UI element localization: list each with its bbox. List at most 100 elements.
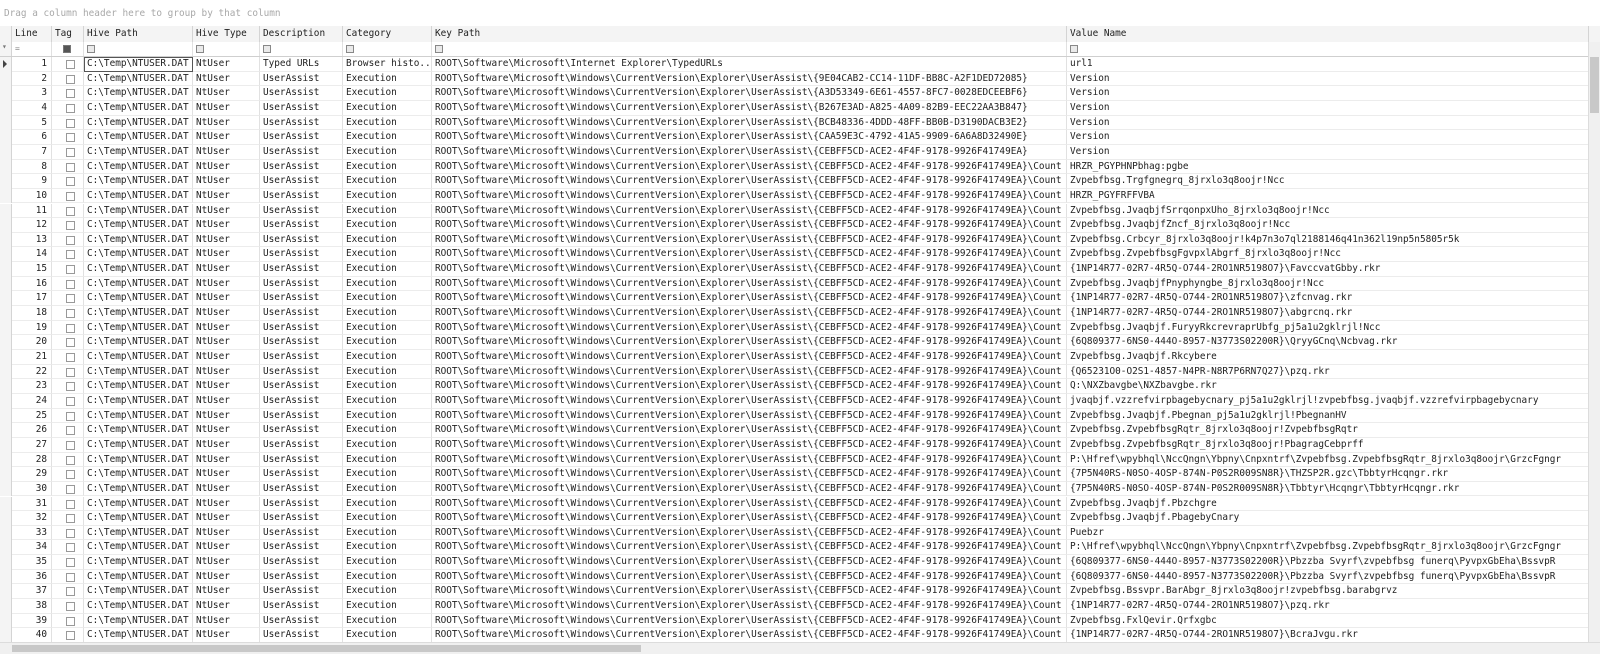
tag-checkbox[interactable] (66, 265, 75, 275)
row-indicator[interactable] (0, 57, 12, 72)
row-indicator[interactable] (0, 423, 12, 438)
row-indicator[interactable] (0, 364, 12, 380)
tag-checkbox[interactable] (66, 528, 75, 538)
tag-checkbox[interactable] (66, 89, 75, 99)
row-indicator[interactable] (0, 555, 12, 570)
table-row[interactable]: 5 C:\Temp\NTUSER.DAT NtUser UserAssist Execu… (0, 115, 1600, 131)
tag-checkbox[interactable] (66, 514, 75, 524)
table-row[interactable]: 20 C:\Temp\NTUSER.DAT NtUser UserAssist Exec… (0, 335, 1600, 350)
row-indicator[interactable] (0, 262, 12, 277)
filter-category[interactable] (343, 42, 432, 56)
row-indicator[interactable] (0, 525, 12, 541)
row-indicator[interactable] (0, 144, 12, 160)
tag-checkbox[interactable] (66, 250, 75, 260)
table-row[interactable]: 9 C:\Temp\NTUSER.DAT NtUser UserAssist Execu… (0, 174, 1600, 189)
table-row[interactable]: 11 C:\Temp\NTUSER.DAT NtUser UserAssist Exec… (0, 203, 1600, 219)
column-header-tag[interactable]: Tag (52, 26, 84, 42)
table-row[interactable]: 10 C:\Temp\NTUSER.DAT NtUser UserAssist Exec… (0, 188, 1600, 204)
row-indicator[interactable] (0, 335, 12, 350)
row-indicator[interactable] (0, 350, 12, 365)
tag-checkbox[interactable] (66, 499, 75, 509)
tag-checkbox[interactable] (66, 484, 75, 494)
row-indicator[interactable] (0, 452, 12, 468)
row-indicator[interactable] (0, 393, 12, 409)
filter-hive-type[interactable] (193, 42, 260, 56)
tag-checkbox[interactable] (66, 440, 75, 450)
table-row[interactable]: 7 C:\Temp\NTUSER.DAT NtUser UserAssist Execu… (0, 144, 1600, 160)
tag-checkbox[interactable] (66, 191, 75, 201)
table-row[interactable]: 38 C:\Temp\NTUSER.DAT NtUser UserAssist Exec… (0, 599, 1600, 614)
table-row[interactable]: 4 C:\Temp\NTUSER.DAT NtUser UserAssist Execu… (0, 100, 1600, 116)
filter-value-name[interactable] (1067, 42, 1589, 56)
tag-checkbox[interactable] (66, 382, 75, 392)
table-row[interactable]: 26 C:\Temp\NTUSER.DAT NtUser UserAssist Exec… (0, 423, 1600, 438)
tag-checkbox[interactable] (66, 177, 75, 187)
column-header-category[interactable]: Category (343, 26, 432, 42)
table-row[interactable]: 32 C:\Temp\NTUSER.DAT NtUser UserAssist Exec… (0, 511, 1600, 526)
table-row[interactable]: 29 C:\Temp\NTUSER.DAT NtUser UserAssist Exec… (0, 467, 1600, 482)
table-row[interactable]: 1 C:\Temp\NTUSER.DAT NtUser Typed URLs Brows… (0, 57, 1600, 72)
table-row[interactable]: 18 C:\Temp\NTUSER.DAT NtUser UserAssist Exec… (0, 306, 1600, 321)
table-row[interactable]: 34 C:\Temp\NTUSER.DAT NtUser UserAssist Exec… (0, 540, 1600, 556)
table-row[interactable]: 19 C:\Temp\NTUSER.DAT NtUser UserAssist Exec… (0, 320, 1600, 336)
table-row[interactable]: 28 C:\Temp\NTUSER.DAT NtUser UserAssist Exec… (0, 452, 1600, 468)
tag-checkbox[interactable] (66, 411, 75, 421)
tag-checkbox[interactable] (66, 631, 75, 641)
table-row[interactable]: 15 C:\Temp\NTUSER.DAT NtUser UserAssist Exec… (0, 262, 1600, 277)
row-indicator[interactable] (0, 130, 12, 145)
tag-checkbox[interactable] (66, 235, 75, 245)
tag-checkbox[interactable] (66, 558, 75, 568)
row-indicator[interactable] (0, 188, 12, 204)
row-indicator[interactable] (0, 511, 12, 526)
filter-hive-path[interactable] (84, 42, 193, 56)
row-indicator[interactable] (0, 408, 12, 424)
row-indicator[interactable] (0, 291, 12, 307)
tag-checkbox[interactable] (66, 616, 75, 626)
table-row[interactable]: 13 C:\Temp\NTUSER.DAT NtUser UserAssist Exec… (0, 232, 1600, 248)
table-row[interactable]: 16 C:\Temp\NTUSER.DAT NtUser UserAssist Exec… (0, 276, 1600, 292)
tag-checkbox[interactable] (66, 309, 75, 319)
table-row[interactable]: 12 C:\Temp\NTUSER.DAT NtUser UserAssist Exec… (0, 218, 1600, 233)
table-row[interactable]: 27 C:\Temp\NTUSER.DAT NtUser UserAssist Exec… (0, 437, 1600, 453)
table-row[interactable]: 14 C:\Temp\NTUSER.DAT NtUser UserAssist Exec… (0, 247, 1600, 263)
row-indicator[interactable] (0, 218, 12, 233)
tag-checkbox[interactable] (66, 279, 75, 289)
row-indicator[interactable] (0, 86, 12, 101)
tag-checkbox[interactable] (66, 162, 75, 172)
tag-checkbox[interactable] (66, 147, 75, 157)
table-row[interactable]: 8 C:\Temp\NTUSER.DAT NtUser UserAssist Execu… (0, 159, 1600, 175)
table-row[interactable]: 22 C:\Temp\NTUSER.DAT NtUser UserAssist Exec… (0, 364, 1600, 380)
row-indicator[interactable] (0, 71, 12, 87)
table-row[interactable]: 35 C:\Temp\NTUSER.DAT NtUser UserAssist Exec… (0, 555, 1600, 570)
vertical-scroll-thumb[interactable] (1590, 57, 1599, 113)
column-header-hive-path[interactable]: Hive Path (84, 26, 193, 42)
tag-checkbox[interactable] (66, 602, 75, 612)
table-row[interactable]: 3 C:\Temp\NTUSER.DAT NtUser UserAssist Execu… (0, 86, 1600, 101)
column-header-key-path[interactable]: Key Path (432, 26, 1067, 42)
tag-checkbox[interactable] (66, 221, 75, 231)
table-row[interactable]: 31 C:\Temp\NTUSER.DAT NtUser UserAssist Exec… (0, 496, 1600, 512)
tag-checkbox[interactable] (66, 367, 75, 377)
group-by-panel[interactable]: Drag a column header here to group by th… (0, 0, 1600, 27)
tag-checkbox[interactable] (66, 323, 75, 333)
row-indicator[interactable] (0, 613, 12, 629)
row-indicator[interactable] (0, 174, 12, 189)
tag-checkbox[interactable] (66, 103, 75, 113)
row-indicator[interactable] (0, 276, 12, 292)
filter-line[interactable]: = (12, 42, 52, 56)
tag-checkbox[interactable] (66, 572, 75, 582)
tag-checkbox[interactable] (66, 587, 75, 597)
tag-checkbox[interactable] (66, 60, 75, 69)
column-header-hive-type[interactable]: Hive Type (193, 26, 260, 42)
table-row[interactable]: 39 C:\Temp\NTUSER.DAT NtUser UserAssist Exec… (0, 613, 1600, 629)
table-row[interactable]: 6 C:\Temp\NTUSER.DAT NtUser UserAssist Execu… (0, 130, 1600, 145)
tag-checkbox[interactable] (66, 206, 75, 216)
table-row[interactable]: 37 C:\Temp\NTUSER.DAT NtUser UserAssist Exec… (0, 584, 1600, 600)
row-indicator[interactable] (0, 467, 12, 482)
row-indicator[interactable] (0, 232, 12, 248)
tag-checkbox[interactable] (66, 338, 75, 348)
horizontal-scroll-thumb[interactable] (12, 645, 641, 652)
row-indicator[interactable] (0, 599, 12, 614)
row-indicator[interactable] (0, 320, 12, 336)
row-indicator[interactable] (0, 115, 12, 131)
